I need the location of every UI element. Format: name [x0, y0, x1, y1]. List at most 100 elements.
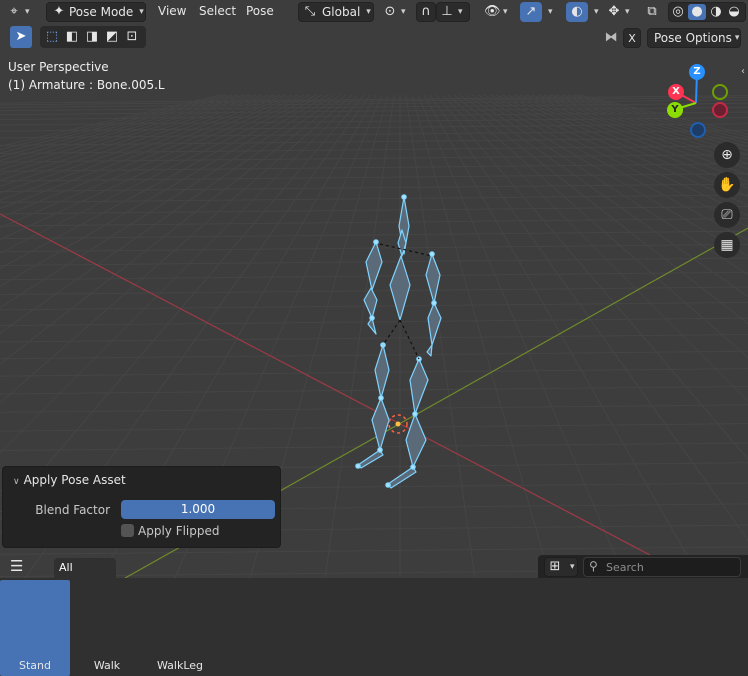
- cursor-arrow-icon: ➤: [15, 29, 27, 44]
- hamburger-menu-icon[interactable]: ☰: [10, 557, 23, 575]
- editor-type-icon: ⌖: [10, 4, 18, 19]
- orientation-dropdown[interactable]: ⤡ Global ▾: [298, 2, 374, 22]
- armature: [355, 194, 442, 489]
- camera-icon[interactable]: ⎚: [714, 202, 740, 228]
- select-invert-icon[interactable]: ◩: [104, 29, 120, 45]
- pan-hand-icon[interactable]: ✋: [714, 172, 740, 198]
- gizmo-z-axis[interactable]: Z: [689, 64, 705, 80]
- redo-panel: ∨ Apply Pose Asset Blend Factor 1.000 App…: [2, 466, 281, 548]
- bone: [389, 255, 411, 321]
- bone-joint: [412, 411, 418, 417]
- chevron-down-icon: ▾: [366, 7, 371, 17]
- solid-shading-icon[interactable]: ●: [688, 4, 706, 20]
- bone: [405, 413, 427, 468]
- orientation-label: Global: [322, 5, 361, 19]
- gizmo-icon: ↗: [525, 4, 537, 19]
- bone-joint: [401, 194, 407, 200]
- material-shading-icon[interactable]: ◑: [708, 4, 724, 20]
- selection-mode-group: ⬚ ◧ ◨ ◩ ⊡: [40, 26, 146, 48]
- perspective-grid-icon[interactable]: ▦: [714, 232, 740, 258]
- redo-panel-header[interactable]: ∨ Apply Pose Asset: [13, 473, 126, 487]
- overlays-toggle[interactable]: ◐: [566, 2, 588, 22]
- gizmo-y-axis[interactable]: Y: [667, 102, 683, 118]
- chevron-down-icon[interactable]: ▾: [594, 7, 599, 17]
- editor-type-button[interactable]: ⌖ ▾: [6, 2, 38, 22]
- menu-view[interactable]: View: [158, 4, 186, 18]
- select-tool-button[interactable]: ➤: [10, 26, 32, 48]
- bone: [357, 449, 384, 469]
- gizmo-neg-z-axis[interactable]: [690, 122, 706, 138]
- asset-label: Stand: [19, 659, 51, 672]
- bone-joint: [429, 251, 435, 257]
- pose-mode-icon: ✦: [53, 4, 65, 19]
- gizmo-toggle[interactable]: ↗: [520, 2, 542, 22]
- asset-item-stand[interactable]: Stand: [0, 578, 70, 676]
- gizmo-neg-y-axis[interactable]: [712, 84, 728, 100]
- blend-factor-label: Blend Factor: [35, 503, 110, 517]
- bone-joint: [355, 463, 361, 469]
- viewport-header: ⌖ ▾ ✦ Pose Mode ▾ View Select Pose ⤡ Glob…: [0, 0, 748, 24]
- gizmo-x-axis[interactable]: X: [668, 84, 684, 100]
- search-input[interactable]: [606, 560, 736, 574]
- zoom-icon[interactable]: ⊕: [714, 142, 740, 168]
- chevron-down-icon: ▾: [734, 33, 740, 43]
- perspective-label: User Perspective: [8, 60, 109, 74]
- x-mirror-toggle[interactable]: X: [623, 28, 641, 48]
- apply-flipped-checkbox[interactable]: [121, 524, 134, 537]
- select-new-icon[interactable]: ⬚: [44, 29, 60, 45]
- bone-joint: [431, 300, 437, 306]
- snap-dropdown[interactable]: ⊥ ▾: [436, 2, 470, 22]
- select-extend-icon[interactable]: ◧: [64, 29, 80, 45]
- bone: [371, 397, 390, 451]
- overlays-icon: ◐: [571, 4, 583, 19]
- parent-relation-line: [399, 319, 420, 360]
- wireframe-shading-icon[interactable]: ◎: [670, 4, 686, 20]
- blend-factor-field[interactable]: 1.000: [121, 500, 275, 519]
- mode-dropdown[interactable]: ✦ Pose Mode ▾: [46, 2, 146, 22]
- bone: [427, 302, 442, 346]
- snap-target-icon: ⊥: [441, 4, 453, 19]
- active-object-label: (1) Armature : Bone.005.L: [8, 78, 165, 92]
- redo-panel-title: Apply Pose Asset: [23, 473, 126, 487]
- asset-item-walkleg[interactable]: WalkLeg: [145, 578, 215, 676]
- mode-label: Pose Mode: [69, 5, 134, 19]
- bone-joint: [369, 315, 375, 321]
- parent-relation-line: [382, 319, 401, 346]
- grid-view-icon: ⊞: [549, 559, 561, 574]
- search-icon: ⚲: [589, 559, 598, 573]
- asset-shelf-header: ☰ All ⊞ ▾ ⚲: [0, 555, 748, 578]
- rendered-shading-icon[interactable]: ◒: [726, 4, 742, 20]
- bone-overlay-icon: ✥: [608, 4, 620, 19]
- chevron-down-icon: ∨: [13, 477, 20, 487]
- gizmo-neg-x-axis[interactable]: [712, 102, 728, 118]
- orientation-icon: ⤡: [304, 4, 316, 19]
- bone-joint: [378, 395, 384, 401]
- chevron-down-icon: ▾: [570, 562, 575, 572]
- eye-icon: 👁: [484, 4, 501, 19]
- menu-pose[interactable]: Pose: [246, 4, 274, 18]
- chevron-down-icon[interactable]: ▾: [548, 7, 553, 17]
- pivot-dropdown[interactable]: ⊙ ▾: [382, 2, 412, 22]
- asset-item-walk[interactable]: Walk: [72, 578, 142, 676]
- 3d-viewport[interactable]: ⌖ ▾ ✦ Pose Mode ▾ View Select Pose ⤡ Glob…: [0, 0, 748, 578]
- magnet-icon: ∩: [421, 4, 431, 19]
- snap-toggle[interactable]: ∩: [416, 2, 436, 22]
- pose-options-dropdown[interactable]: Pose Options ▾: [647, 28, 741, 48]
- xray-icon: ⧉: [647, 4, 657, 19]
- sidebar-toggle-icon[interactable]: ‹: [741, 66, 745, 77]
- xray-toggle[interactable]: ⧉: [642, 2, 662, 22]
- pivot-icon: ⊙: [384, 4, 396, 19]
- select-intersect-icon[interactable]: ⊡: [124, 29, 140, 45]
- bone-overlay-dropdown[interactable]: ✥ ▾: [606, 2, 638, 22]
- display-mode-dropdown[interactable]: ⊞ ▾: [544, 557, 578, 577]
- visibility-dropdown[interactable]: 👁 ▾: [484, 2, 516, 22]
- tab-all[interactable]: All: [54, 558, 116, 578]
- 3d-cursor-icon: [388, 414, 408, 434]
- menu-select[interactable]: Select: [199, 4, 236, 18]
- search-field[interactable]: ⚲: [583, 557, 741, 577]
- asset-label: WalkLeg: [156, 659, 204, 672]
- select-subtract-icon[interactable]: ◨: [84, 29, 100, 45]
- apply-flipped-label: Apply Flipped: [138, 524, 220, 538]
- mirror-icon[interactable]: ⧓: [601, 28, 621, 48]
- chevron-down-icon: ▾: [139, 7, 144, 17]
